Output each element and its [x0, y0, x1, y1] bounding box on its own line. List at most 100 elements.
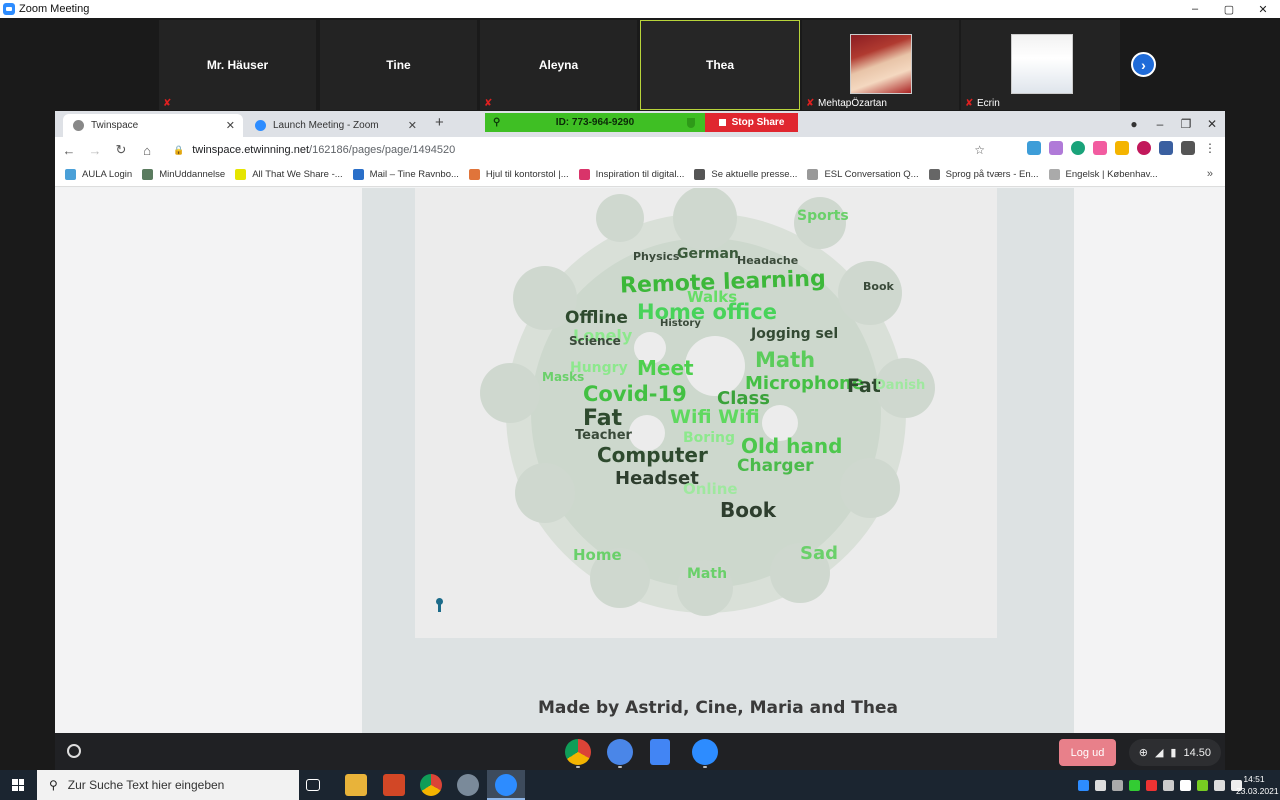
bookmark-item[interactable]: Hjul til kontorstol |... [468, 169, 569, 180]
files-app-icon[interactable] [607, 739, 633, 765]
participant-name: Aleyna [538, 58, 579, 72]
docs-app-icon[interactable] [650, 739, 670, 765]
chevron-right-icon: › [1141, 56, 1146, 73]
participant-tile[interactable]: ✘ Ecrin [961, 20, 1120, 110]
mic-muted-icon: ✘ [965, 98, 974, 109]
bookmark-label: Inspiration til digital... [595, 169, 685, 180]
volume-icon[interactable] [1163, 779, 1174, 791]
back-icon[interactable]: ← [57, 143, 81, 158]
nvidia-icon[interactable] [1197, 779, 1208, 791]
minimize-button[interactable]: – [1178, 0, 1212, 18]
bookmark-label: Sprog på tværs - En... [945, 169, 1039, 180]
extension-icon[interactable] [1115, 141, 1129, 155]
tray-zoom-icon[interactable] [1078, 779, 1089, 791]
logout-button[interactable]: Log ud [1059, 739, 1116, 766]
tab-launch-meeting[interactable]: Launch Meeting - Zoom ✕ [245, 114, 425, 137]
word-cloud-word: Jogging sel [751, 326, 839, 342]
bookmark-item[interactable]: Sprog på tværs - En... [928, 169, 1039, 180]
onedrive-icon[interactable] [1180, 779, 1191, 791]
participant-tile[interactable]: ✘ MehtapÖzartan [802, 20, 959, 110]
status-tray[interactable]: ⊕ ◢ ▮ 14.50 [1129, 739, 1221, 766]
wifi-icon[interactable] [1214, 779, 1225, 791]
extension-icon[interactable] [1071, 141, 1085, 155]
close-icon[interactable]: ✕ [1199, 117, 1225, 131]
extension-icon[interactable] [1159, 141, 1173, 155]
new-tab-button[interactable]: + [435, 114, 444, 131]
network-off-icon[interactable] [1112, 779, 1123, 791]
word-cloud-word: Masks [542, 370, 585, 384]
bookmark-favicon-icon [1048, 169, 1060, 180]
zoom-app-icon[interactable] [692, 739, 718, 765]
paint-icon[interactable] [457, 774, 479, 796]
word-cloud-word: Danish [875, 378, 926, 393]
bookmark-favicon-icon [578, 169, 590, 180]
bookmark-item[interactable]: All That We Share -... [235, 169, 343, 180]
lock-icon: 🔒 [173, 144, 185, 155]
extension-icon[interactable] [1027, 141, 1041, 155]
word-cloud-word: Home [573, 546, 622, 564]
maximize-button[interactable]: ▢ [1212, 0, 1246, 18]
zoom-titlebar: Zoom Meeting – ▢ ✕ [0, 0, 1280, 18]
participant-name: Ecrin [977, 98, 1000, 109]
bookmark-favicon-icon [142, 169, 154, 180]
taskbar-clock[interactable]: 14:51 23.03.2021 [1236, 773, 1279, 797]
launcher-button[interactable] [67, 744, 81, 758]
security-icon[interactable] [1129, 779, 1140, 791]
address-bar[interactable]: 🔒 twinspace.etwinning.net/162186/pages/p… [163, 140, 993, 160]
alert-icon[interactable] [1146, 779, 1157, 791]
participant-tile[interactable]: Mr. Häuser ✘ [159, 20, 316, 110]
minimize-icon[interactable]: – [1147, 117, 1173, 131]
start-button[interactable] [0, 770, 36, 800]
bookmark-item[interactable]: MinUddannelse [142, 169, 225, 180]
shield-icon [687, 117, 695, 128]
extension-icon[interactable] [1093, 141, 1107, 155]
bookmark-favicon-icon [65, 169, 76, 180]
stop-share-button[interactable]: Stop Share [705, 113, 798, 132]
bookmark-item[interactable]: AULA Login [65, 169, 132, 180]
word-cloud-word: Science [569, 334, 621, 348]
powerpoint-icon[interactable] [383, 774, 405, 796]
task-view-icon[interactable] [306, 779, 320, 791]
profile-icon[interactable]: ● [1121, 117, 1147, 131]
close-button[interactable]: ✕ [1246, 0, 1280, 18]
bookmark-label: AULA Login [82, 169, 133, 180]
chrome-app-icon[interactable] [565, 739, 591, 765]
meeting-id-bar[interactable]: ⚲ ID: 773-964-9290 [485, 113, 705, 132]
participant-tile[interactable]: Aleyna ✘ [480, 20, 637, 110]
close-tab-icon[interactable]: ✕ [408, 119, 417, 132]
file-explorer-icon[interactable] [345, 774, 367, 796]
close-tab-icon[interactable]: ✕ [226, 119, 235, 132]
restore-icon[interactable]: ❐ [1173, 117, 1199, 131]
extension-icon[interactable] [1137, 141, 1151, 155]
word-cloud-word: Book [720, 498, 777, 522]
mic-icon[interactable] [1095, 779, 1106, 791]
bookmark-item[interactable]: Se aktuelle presse... [694, 169, 797, 180]
taskbar-search[interactable]: ⚲ Zur Suche Text hier eingeben [37, 770, 299, 800]
reload-icon[interactable]: ↻ [109, 142, 133, 158]
chrome-icon[interactable] [420, 774, 442, 796]
running-indicator [576, 766, 580, 768]
home-icon[interactable]: ⌂ [135, 143, 159, 158]
bookmark-item[interactable]: Inspiration til digital... [578, 169, 685, 180]
bookmark-item[interactable]: Engelsk | Københav... [1048, 169, 1158, 180]
tab-twinspace[interactable]: Twinspace ✕ [63, 114, 243, 137]
participant-tile[interactable]: Tine [320, 20, 477, 110]
extension-icon[interactable] [1049, 141, 1063, 155]
tab-label: Launch Meeting - Zoom [273, 120, 379, 131]
menu-icon[interactable]: ⋮ [1203, 141, 1217, 155]
participant-tile-active-speaker[interactable]: Thea [640, 20, 800, 110]
zoom-taskbar-active[interactable] [487, 770, 525, 800]
puzzle-icon[interactable] [1181, 141, 1195, 155]
next-participants-button[interactable]: › [1131, 52, 1156, 77]
bookmark-star-icon[interactable]: ☆ [974, 143, 985, 157]
bookmarks-bar: AULA Login MinUddannelse All That We Share… [55, 163, 1225, 187]
twinspace-favicon-icon [73, 120, 84, 131]
more-bookmarks-icon[interactable]: » [1207, 168, 1213, 180]
bookmark-item[interactable]: Mail – Tine Ravnbo... [352, 169, 459, 180]
battery-icon: ▮ [1170, 747, 1177, 759]
bookmark-item[interactable]: ESL Conversation Q... [807, 169, 919, 180]
system-tray [1078, 770, 1242, 800]
participant-name: MehtapÖzartan [818, 98, 887, 109]
forward-icon[interactable]: → [83, 143, 107, 158]
stop-icon [718, 119, 726, 126]
